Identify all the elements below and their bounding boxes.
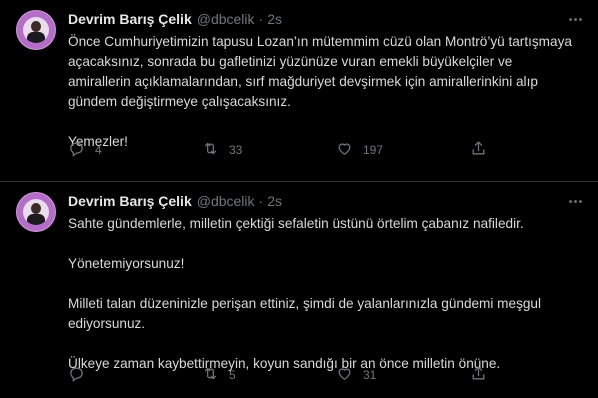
share-button[interactable] [470,140,487,160]
like-count: 197 [363,143,384,157]
tweet[interactable]: Devrim Barış Çelik @dbcelik · 2s Önce Cu… [0,0,598,182]
tweet-timestamp[interactable]: 2s [267,11,282,27]
avatar[interactable] [16,10,56,50]
avatar[interactable] [16,192,56,232]
separator-dot: · [258,193,264,209]
reply-icon [68,140,85,160]
tweet-header: Devrim Barış Çelik @dbcelik · 2s [68,192,582,210]
author-name[interactable]: Devrim Barış Çelik [68,193,192,209]
author-handle[interactable]: @dbcelik [197,193,255,209]
share-icon [470,365,487,385]
author-name[interactable]: Devrim Barış Çelik [68,11,192,27]
retweet-count: 33 [229,143,243,157]
share-button[interactable] [470,365,487,385]
like-button[interactable]: 31 [336,365,470,385]
avatar-column [16,192,58,398]
heart-icon [336,365,353,385]
share-icon [470,140,487,160]
reply-button[interactable]: 4 [68,140,202,160]
retweet-count: 5 [229,368,236,382]
tweet-paragraph: Sahte gündemlerle, milletin çektiği sefa… [68,216,524,231]
avatar-column [16,10,58,181]
heart-icon [336,140,353,160]
tweet[interactable]: Devrim Barış Çelik @dbcelik · 2s Sahte g… [0,182,598,398]
retweet-button[interactable]: 5 [202,365,336,385]
retweet-icon [202,365,219,385]
retweet-icon [202,140,219,160]
more-icon[interactable] [566,192,584,210]
tweet-timestamp[interactable]: 2s [267,193,282,209]
more-icon[interactable] [566,10,584,28]
reply-icon [68,365,85,385]
tweet-header: Devrim Barış Çelik @dbcelik · 2s [68,10,582,28]
separator-dot: · [258,11,264,27]
reply-button[interactable] [68,365,202,385]
like-button[interactable]: 197 [336,140,470,160]
tweet-paragraph: Önce Cumhuriyetimizin tapusu Lozan’ın mü… [68,34,572,109]
retweet-button[interactable]: 33 [202,140,336,160]
tweet-paragraph: Yönetemiyorsunuz! [68,256,185,271]
tweet-actions: 5 31 [68,356,498,394]
like-count: 31 [363,368,377,382]
timeline-feed: Devrim Barış Çelik @dbcelik · 2s Önce Cu… [0,0,598,398]
author-handle[interactable]: @dbcelik [197,11,255,27]
tweet-paragraph: Milleti talan düzeninizle perişan ettini… [68,296,542,331]
tweet-text: Sahte gündemlerle, milletin çektiği sefa… [68,214,576,374]
reply-count: 4 [95,143,102,157]
tweet-actions: 4 33 197 [68,131,498,169]
